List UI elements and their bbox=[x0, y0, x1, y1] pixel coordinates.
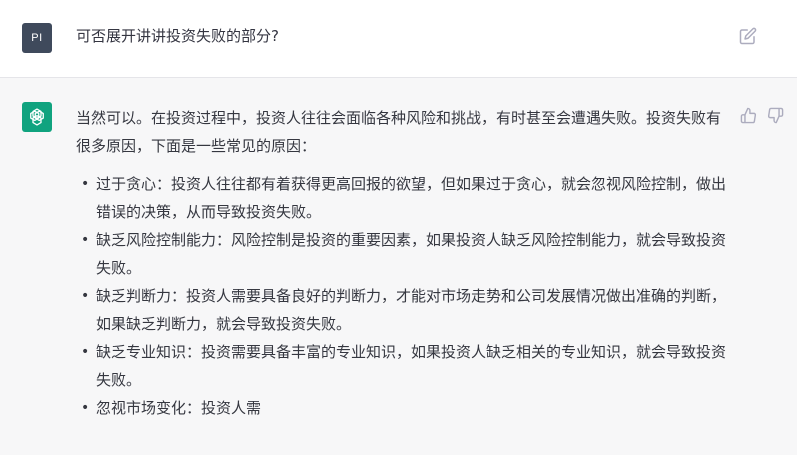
list-item-text: 过于贪心：投资人往往都有着获得更高回报的欲望，但如果过于贪心，就会忽视风险控制，… bbox=[96, 175, 727, 221]
list-item: • 缺乏专业知识：投资需要具备丰富的专业知识，如果投资人缺乏相关的专业知识，就会… bbox=[76, 338, 726, 394]
assistant-intro: 当然可以。在投资过程中，投资人往往会面临各种风险和挑战，有时甚至会遭遇失败。投资… bbox=[76, 109, 722, 155]
list-item-text: 缺乏专业知识：投资需要具备丰富的专业知识，如果投资人缺乏相关的专业知识，就会导致… bbox=[96, 343, 727, 389]
reasons-list: • 过于贪心：投资人往往都有着获得更高回报的欲望，但如果过于贪心，就会忽视风险控… bbox=[76, 170, 726, 422]
user-message-row: PI 可否展开讲讲投资失败的部分? bbox=[0, 0, 797, 78]
bullet: • bbox=[81, 176, 90, 192]
list-item: • 过于贪心：投资人往往都有着获得更高回报的欲望，但如果过于贪心，就会忽视风险控… bbox=[76, 170, 726, 226]
bullet: • bbox=[81, 400, 90, 416]
assistant-message-body: 当然可以。在投资过程中，投资人往往会面临各种风险和挑战，有时甚至会遭遇失败。投资… bbox=[76, 104, 726, 422]
bullet: • bbox=[81, 288, 90, 304]
thumbs-up-icon[interactable] bbox=[740, 107, 757, 124]
list-item: • 缺乏风险控制能力：风险控制是投资的重要因素，如果投资人缺乏风险控制能力，就会… bbox=[76, 226, 726, 282]
bullet: • bbox=[81, 232, 90, 248]
openai-logo-icon bbox=[22, 102, 52, 132]
list-item-text: 忽视市场变化：投资人需 bbox=[96, 399, 262, 417]
assistant-message-row: 当然可以。在投资过程中，投资人往往会面临各种风险和挑战，有时甚至会遭遇失败。投资… bbox=[0, 78, 797, 455]
list-item: • 缺乏判断力：投资人需要具备良好的判断力，才能对市场走势和公司发展情况做出准确… bbox=[76, 282, 726, 338]
thumbs-down-icon[interactable] bbox=[767, 107, 784, 124]
user-message-text: 可否展开讲讲投资失败的部分? bbox=[76, 27, 279, 45]
bullet: • bbox=[81, 344, 90, 360]
list-item: • 忽视市场变化：投资人需 bbox=[76, 394, 726, 422]
user-avatar: PI bbox=[22, 23, 52, 53]
list-item-text: 缺乏风险控制能力：风险控制是投资的重要因素，如果投资人缺乏风险控制能力，就会导致… bbox=[96, 231, 727, 277]
user-avatar-initials: PI bbox=[31, 32, 43, 44]
list-item-text: 缺乏判断力：投资人需要具备良好的判断力，才能对市场走势和公司发展情况做出准确的判… bbox=[96, 287, 727, 333]
edit-icon[interactable] bbox=[739, 27, 757, 45]
